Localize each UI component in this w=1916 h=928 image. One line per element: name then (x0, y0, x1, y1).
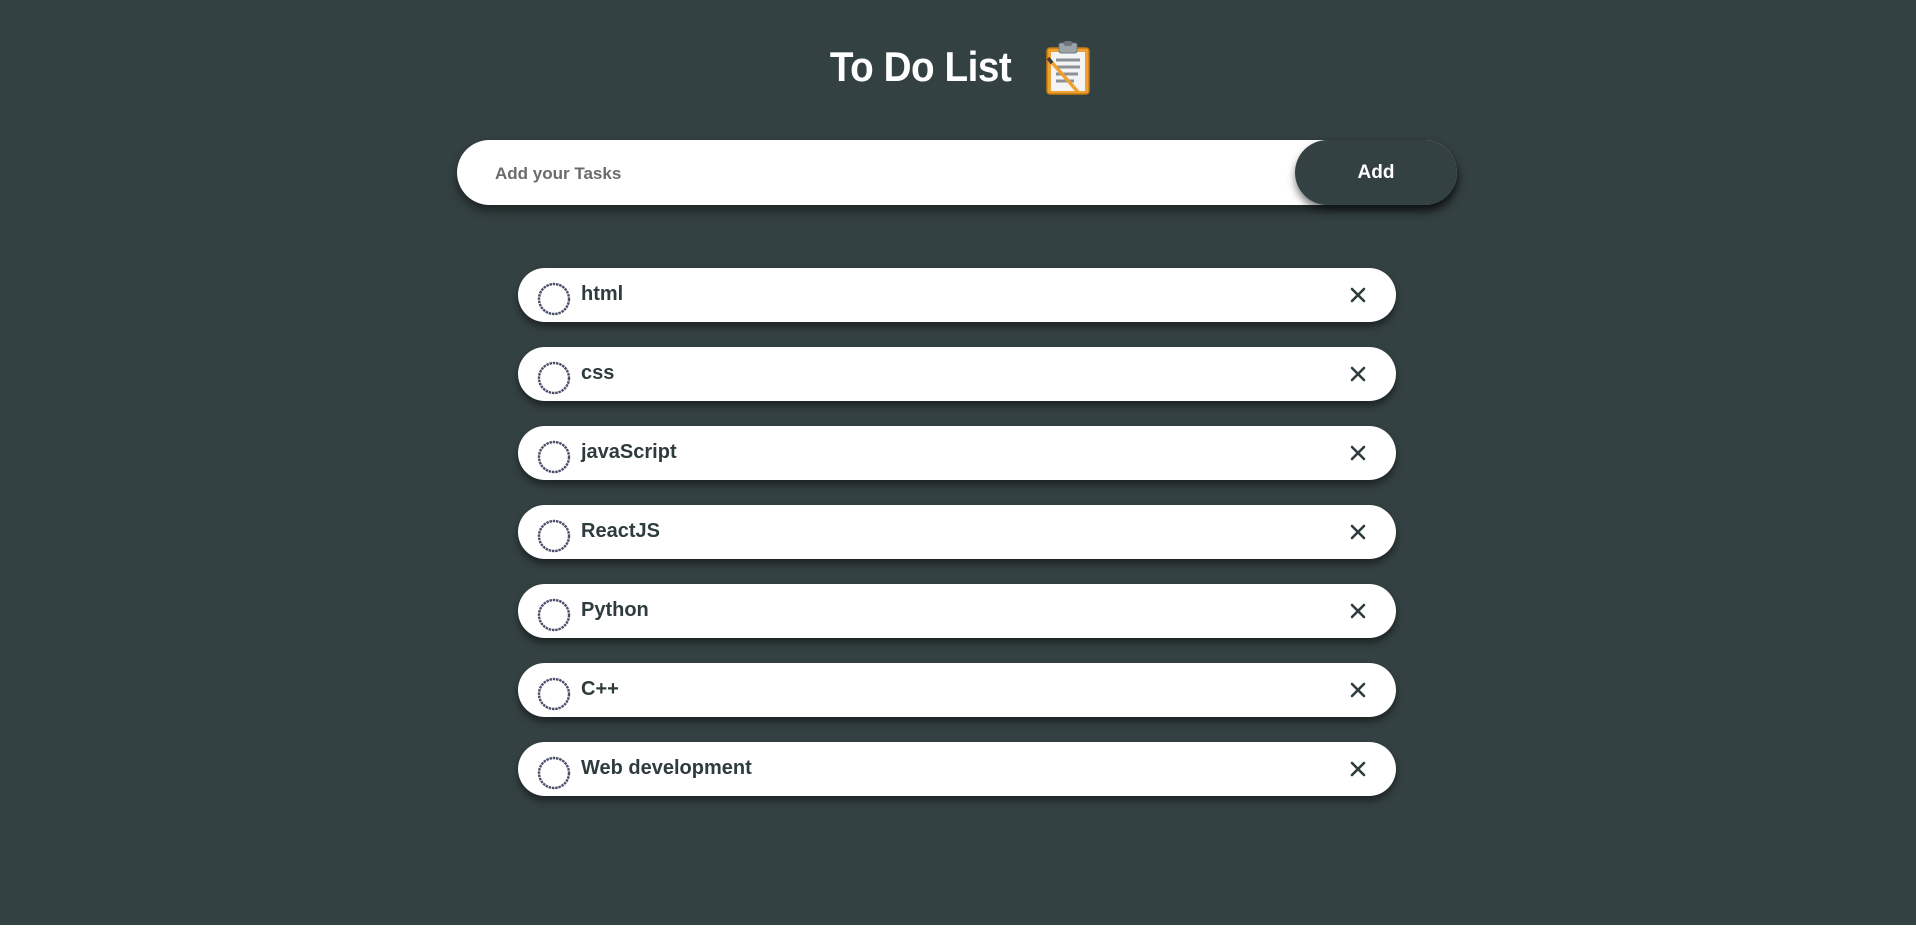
close-icon[interactable] (1344, 597, 1372, 625)
close-icon[interactable] (1344, 518, 1372, 546)
header: To Do List (0, 36, 1916, 98)
unchecked-circle-icon[interactable] (537, 440, 571, 474)
task-label: html (581, 283, 624, 305)
close-icon[interactable] (1344, 281, 1372, 309)
task-label: Web development (581, 757, 752, 779)
add-button[interactable]: Add (1295, 140, 1457, 205)
unchecked-circle-icon[interactable] (537, 282, 571, 316)
task-label: css (581, 362, 615, 384)
list-item[interactable]: Web development (518, 742, 1396, 796)
task-label: C++ (581, 678, 619, 700)
list-item[interactable]: C++ (518, 663, 1396, 717)
close-icon[interactable] (1344, 360, 1372, 388)
task-list: html css javaScript ReactJS Python C++ W… (518, 268, 1396, 821)
close-icon[interactable] (1344, 755, 1372, 783)
list-item[interactable]: css (518, 347, 1396, 401)
page-title: To Do List (830, 43, 1012, 90)
unchecked-circle-icon[interactable] (537, 677, 571, 711)
task-input[interactable] (493, 140, 1297, 207)
close-icon[interactable] (1344, 439, 1372, 467)
unchecked-circle-icon[interactable] (537, 361, 571, 395)
unchecked-circle-icon[interactable] (537, 756, 571, 790)
add-task-bar: Add (457, 140, 1457, 207)
clipboard-icon (1040, 40, 1094, 96)
unchecked-circle-icon[interactable] (537, 519, 571, 553)
list-item[interactable]: javaScript (518, 426, 1396, 480)
task-label: ReactJS (581, 520, 660, 542)
close-icon[interactable] (1344, 676, 1372, 704)
app-container: To Do List Add html (0, 0, 1916, 925)
list-item[interactable]: html (518, 268, 1396, 322)
unchecked-circle-icon[interactable] (537, 598, 571, 632)
list-item[interactable]: Python (518, 584, 1396, 638)
task-label: Python (581, 599, 649, 621)
task-label: javaScript (581, 441, 677, 463)
list-item[interactable]: ReactJS (518, 505, 1396, 559)
